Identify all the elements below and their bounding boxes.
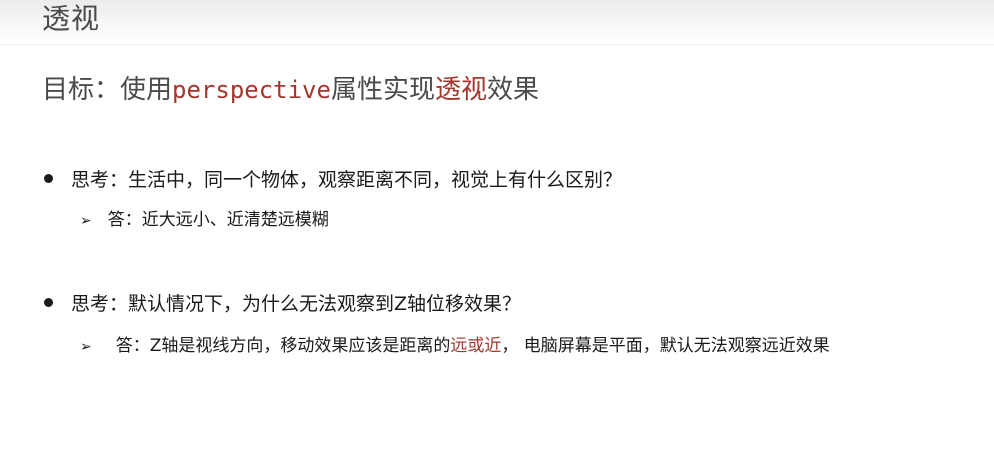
answer-2-text: 答：Z轴是视线方向，移动效果应该是距离的 — [115, 336, 451, 356]
slide-title: 透视 — [42, 2, 101, 35]
question-2: 思考：默认情况下，为什么无法观察到Z轴位移效果？ — [44, 291, 521, 317]
question-1-text: 思考：生活中，同一个物体，观察距离不同，视觉上有什么区别？ — [71, 169, 623, 191]
question-2-text: 思考：默认情况下，为什么无法观察到Z轴位移效果？ — [71, 293, 522, 315]
answer-2-suffix: ， 电脑屏幕是平面，默认无法观察远近效果 — [501, 336, 830, 356]
goal-prefix: 目标：使用 — [42, 75, 173, 105]
goal-highlight: 透视 — [434, 75, 487, 105]
arrow-bullet-icon: ➢ — [80, 339, 92, 355]
answer-2-highlight: 远或近 — [450, 336, 502, 356]
answer-1-text: 答：近大远小、近清楚远模糊 — [107, 210, 329, 230]
goal-line: 目标：使用perspective属性实现透视效果 — [42, 72, 539, 108]
arrow-bullet-icon: ➢ — [80, 213, 92, 229]
bullet-dot-icon — [44, 298, 53, 307]
question-1: 思考：生活中，同一个物体，观察距离不同，视觉上有什么区别？ — [44, 167, 622, 193]
goal-code: perspective — [172, 76, 331, 104]
goal-middle: 属性实现 — [330, 75, 435, 105]
title-bar — [0, 0, 994, 45]
goal-suffix: 效果 — [487, 75, 540, 105]
answer-1: ➢ 答：近大远小、近清楚远模糊 — [80, 208, 329, 233]
bullet-dot-icon — [44, 174, 53, 183]
answer-2: ➢ 答：Z轴是视线方向，移动效果应该是距离的远或近， 电脑屏幕是平面，默认无法观察… — [80, 334, 830, 359]
